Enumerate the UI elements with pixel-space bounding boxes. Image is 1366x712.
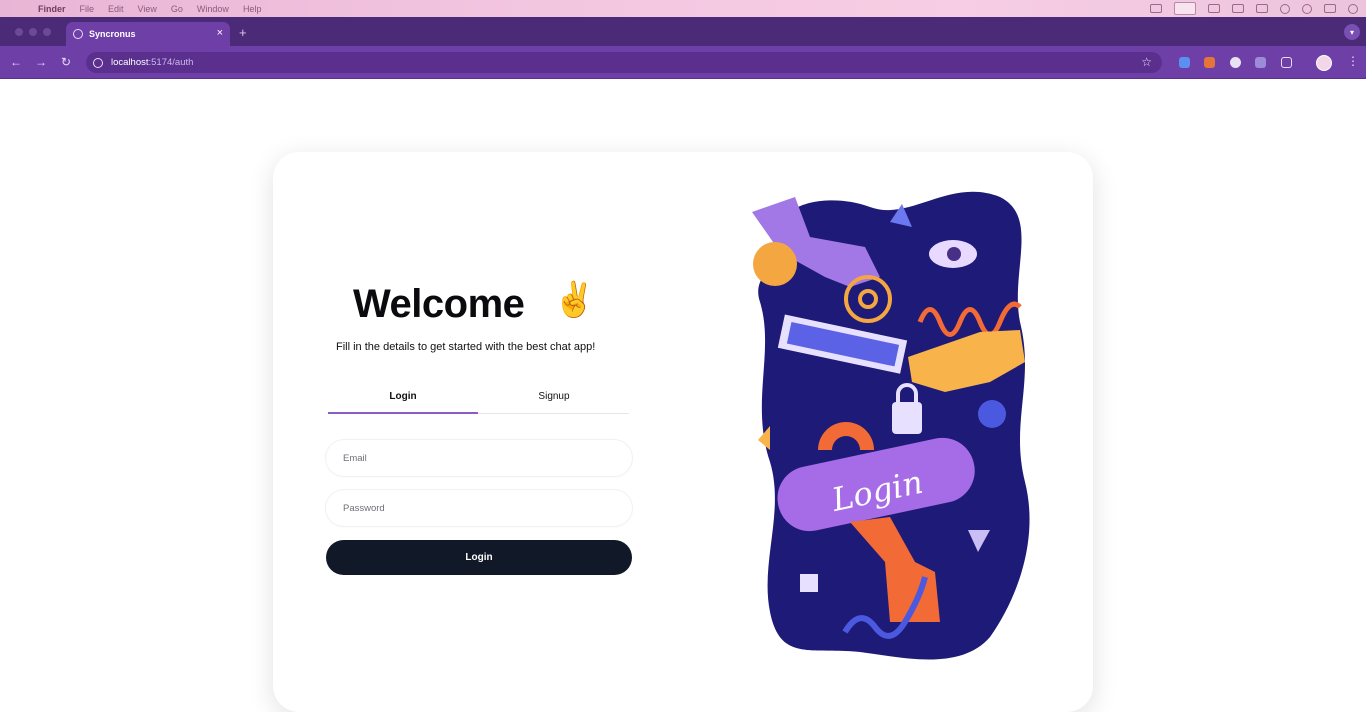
site-info-icon[interactable]: [93, 57, 103, 68]
menu-window[interactable]: Window: [197, 4, 229, 14]
url-host: localhost: [111, 57, 149, 68]
browser-tab-strip: Syncronus × + ▾: [0, 17, 1366, 46]
extension-chrome-icon[interactable]: [1230, 57, 1241, 68]
tray-icon[interactable]: [1150, 4, 1162, 13]
menu-go[interactable]: Go: [171, 4, 183, 14]
new-tab-button[interactable]: +: [239, 25, 247, 40]
battery-icon[interactable]: [1256, 4, 1268, 13]
menu-bar-tray: [1150, 0, 1358, 17]
bookmark-star-icon[interactable]: ☆: [1141, 55, 1152, 69]
menu-edit[interactable]: Edit: [108, 4, 124, 14]
extensions-puzzle-icon[interactable]: [1281, 57, 1292, 68]
tab-close-icon[interactable]: ×: [217, 27, 223, 39]
login-button[interactable]: Login: [326, 540, 632, 575]
blue-circle-shape: [978, 400, 1006, 428]
macos-menu-bar: Finder File Edit View Go Window Help: [0, 0, 1366, 17]
menu-file[interactable]: File: [80, 4, 95, 14]
email-field[interactable]: [326, 440, 632, 476]
tab-title: Syncronus: [89, 29, 136, 39]
extension-download-icon[interactable]: [1179, 57, 1190, 68]
screen-mirroring-icon[interactable]: [1174, 2, 1196, 15]
padlock-body: [892, 402, 922, 434]
profile-avatar[interactable]: [1316, 55, 1332, 71]
back-icon[interactable]: ←: [10, 55, 22, 69]
tab-login[interactable]: Login: [328, 391, 478, 402]
globe-icon: [73, 29, 83, 39]
reload-icon[interactable]: ↻: [61, 55, 71, 69]
address-bar[interactable]: localhost :5174/auth ☆: [86, 52, 1162, 73]
tray-icon[interactable]: [1208, 4, 1220, 13]
browser-toolbar: ← → ↻ localhost :5174/auth ☆ ⋮: [0, 46, 1366, 79]
victory-hand-emoji: ✌️: [553, 281, 596, 319]
password-field[interactable]: [326, 490, 632, 526]
tab-search-icon[interactable]: ▾: [1344, 24, 1360, 40]
tab-signup[interactable]: Signup: [479, 391, 629, 402]
spotlight-search-icon[interactable]: [1302, 3, 1312, 14]
browser-tab[interactable]: Syncronus ×: [66, 22, 230, 46]
white-square-shape: [800, 574, 818, 592]
forward-icon[interactable]: →: [35, 55, 47, 69]
notion-icon[interactable]: [1232, 4, 1244, 13]
window-close-dot[interactable]: [15, 28, 23, 36]
login-illustration: Login: [752, 191, 1030, 660]
menu-help[interactable]: Help: [243, 4, 262, 14]
orange-circle-shape: [753, 242, 797, 286]
siri-icon[interactable]: [1348, 3, 1358, 14]
auth-tabs: Login Signup: [328, 388, 629, 414]
menu-finder[interactable]: Finder: [38, 4, 66, 14]
extension-icon[interactable]: [1204, 57, 1215, 68]
menu-view[interactable]: View: [138, 4, 157, 14]
auth-subtitle: Fill in the details to get started with …: [336, 341, 596, 353]
window-zoom-dot[interactable]: [43, 28, 51, 36]
eye-pupil: [947, 247, 961, 261]
chrome-menu-icon[interactable]: ⋮: [1347, 54, 1359, 68]
url-path: :5174/auth: [148, 57, 194, 68]
control-center-icon[interactable]: [1324, 4, 1336, 13]
active-tab-indicator: [328, 412, 478, 414]
window-minimize-dot[interactable]: [29, 28, 37, 36]
welcome-heading: Welcome: [353, 282, 525, 326]
extension-icon[interactable]: [1255, 57, 1266, 68]
wifi-icon[interactable]: [1280, 3, 1290, 14]
